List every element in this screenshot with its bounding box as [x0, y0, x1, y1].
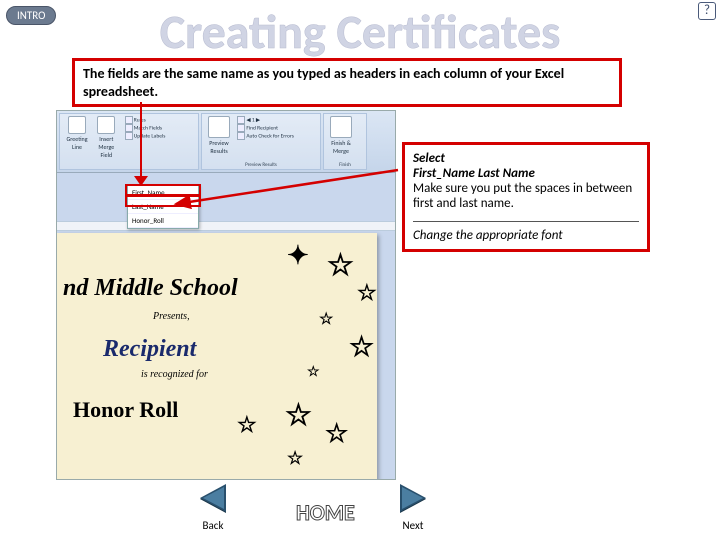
back-label: Back: [200, 519, 226, 532]
help-button[interactable]: ?: [698, 2, 716, 20]
cert-honor-roll: Honor Roll: [73, 397, 178, 423]
star-icon: ☆: [285, 397, 312, 434]
cert-school-name: nd Middle School: [63, 275, 238, 302]
arrow-to-dropdown: [170, 160, 400, 250]
back-button[interactable]: Back: [200, 484, 226, 532]
callout-font-note: Change the appropriate font: [413, 228, 639, 243]
arrow-left-icon: [200, 484, 226, 512]
ribbon-preview-results: Preview Results: [205, 116, 233, 155]
ribbon-find-recipient: Find Recipient: [236, 124, 295, 132]
star-icon: ☆: [327, 247, 354, 284]
callout-select-fields: First_Name Last Name: [413, 166, 639, 181]
intro-badge: INTRO: [6, 6, 56, 25]
arrow-down-head: [134, 176, 148, 186]
cert-presents: Presents,: [153, 311, 190, 322]
callout-select-label: Select: [413, 151, 639, 166]
star-icon: ☆: [319, 309, 333, 329]
ribbon-nav-record: ◀ 1 ▶: [236, 116, 295, 124]
ribbon-insert-merge-field: Insert Merge Field: [92, 116, 120, 159]
star-icon: ☆: [349, 329, 374, 364]
ribbon-greeting-line: Greeting Line: [63, 116, 91, 151]
ribbon-update-labels: Update Labels: [124, 132, 167, 140]
next-label: Next: [400, 519, 426, 532]
star-icon: ☆: [325, 417, 348, 449]
callout-select-instructions: Select First_Name Last Name Make sure yo…: [402, 142, 650, 252]
next-button[interactable]: Next: [400, 484, 426, 532]
ribbon-auto-check: Auto Check for Errors: [236, 132, 295, 140]
callout-select-body: Make sure you put the spaces in between …: [413, 181, 639, 211]
arrow-right-icon: [400, 484, 426, 512]
callout-divider: [413, 221, 639, 222]
star-icon: ☆: [307, 363, 320, 380]
star-icon: ☆: [237, 411, 257, 438]
cert-recipient: Recipient: [103, 336, 196, 363]
cert-recognized: is recognized for: [141, 369, 208, 380]
star-icon: ☆: [357, 279, 377, 306]
page-title: Creating Certificates: [160, 2, 561, 61]
ribbon-finish-merge: Finish & Merge: [327, 116, 355, 155]
arrow-down: [140, 102, 142, 180]
home-button[interactable]: HOME: [296, 499, 355, 526]
star-icon: ☆: [287, 447, 303, 469]
ribbon-rules: Rules: [124, 116, 167, 124]
callout-top-text: The fields are the same name as you type…: [83, 65, 564, 100]
callout-fields-explain: The fields are the same name as you type…: [72, 58, 622, 107]
ribbon-match-fields: Match Fields: [124, 124, 167, 132]
